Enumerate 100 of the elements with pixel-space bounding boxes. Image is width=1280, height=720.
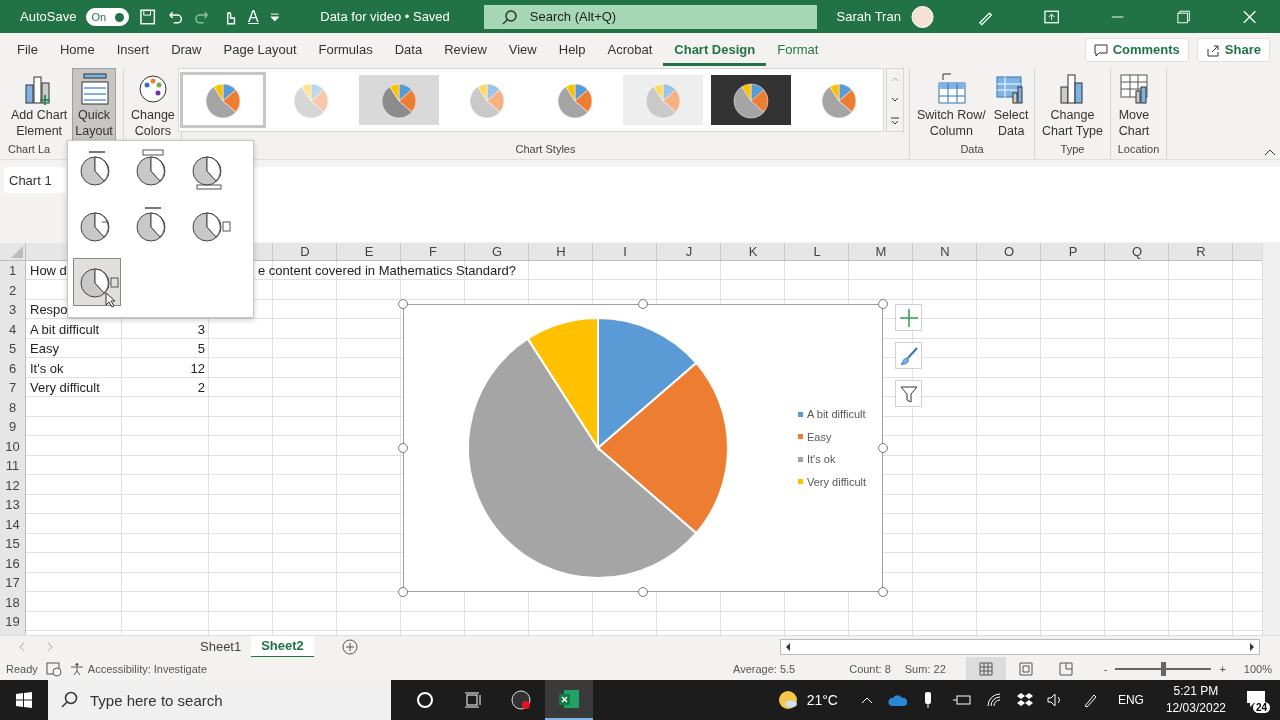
chart-styles-button[interactable] xyxy=(895,342,922,369)
resize-handle[interactable] xyxy=(398,587,408,597)
column-header[interactable]: N xyxy=(913,243,977,260)
chart-area[interactable]: A bit difficult Easy It's ok Very difficult xyxy=(403,304,883,592)
resize-handle[interactable] xyxy=(398,299,408,309)
column-header[interactable]: P xyxy=(1041,243,1105,260)
language-indicator[interactable]: ENG xyxy=(1117,693,1144,707)
row-header[interactable]: 4 xyxy=(0,319,25,339)
ribbon-tab[interactable]: Insert xyxy=(105,33,161,66)
resize-handle[interactable] xyxy=(878,443,888,453)
ribbon-tab[interactable]: Formulas xyxy=(307,33,384,66)
row-header[interactable]: 17 xyxy=(0,573,25,593)
quick-layout-button[interactable]: Quick Layout xyxy=(72,68,116,142)
view-button[interactable] xyxy=(965,657,1006,680)
vertical-scrollbar[interactable] xyxy=(1262,243,1280,635)
row-header[interactable]: 3 xyxy=(0,300,25,320)
row-header[interactable]: 2 xyxy=(0,280,25,300)
ribbon-tab[interactable]: View xyxy=(497,33,548,66)
collapse-ribbon-icon[interactable] xyxy=(1264,147,1276,157)
temperature[interactable]: 21°C xyxy=(806,692,838,708)
row-header[interactable]: 15 xyxy=(0,534,25,554)
zoom-out-button[interactable]: - xyxy=(1103,662,1108,675)
zoom-level[interactable]: 100% xyxy=(1243,662,1272,675)
row-header[interactable]: 1 xyxy=(0,261,25,281)
move-chart-button[interactable]: Move Chart xyxy=(1115,68,1153,142)
taskbar-search-field[interactable]: Type here to search xyxy=(48,680,391,720)
sheet-tab[interactable]: Sheet1 xyxy=(190,635,252,658)
chart-style-thumbnail[interactable] xyxy=(622,75,703,125)
resize-handle[interactable] xyxy=(398,443,408,453)
chart-style-thumbnail[interactable] xyxy=(358,75,439,125)
change-colors-button[interactable]: Change Colors xyxy=(128,68,178,142)
ribbon-tab[interactable]: Page Layout xyxy=(212,33,308,66)
column-header[interactable]: D xyxy=(273,243,337,260)
comments-button[interactable]: Comments xyxy=(1084,37,1189,62)
row-header[interactable]: 18 xyxy=(0,592,25,612)
column-header[interactable]: E xyxy=(337,243,401,260)
column-header[interactable]: O xyxy=(977,243,1041,260)
ribbon-tab[interactable]: Acrobat xyxy=(596,33,664,66)
row-header[interactable]: 11 xyxy=(0,456,25,476)
add-sheet-icon[interactable] xyxy=(341,638,358,655)
column-header[interactable]: K xyxy=(721,243,785,260)
row-header[interactable]: 14 xyxy=(0,514,25,534)
zoom-in-button[interactable]: + xyxy=(1219,662,1226,675)
resize-handle[interactable] xyxy=(638,587,648,597)
layout-option[interactable] xyxy=(73,258,121,306)
switch-row-column-button[interactable]: Switch Row/ Column xyxy=(914,68,989,142)
accessibility-status[interactable]: Accessibility: Investigate xyxy=(69,661,207,676)
row-header[interactable]: 13 xyxy=(0,495,25,515)
row-header[interactable]: 5 xyxy=(0,339,25,359)
customize-icon[interactable] xyxy=(268,10,281,23)
row-header[interactable]: 6 xyxy=(0,358,25,378)
dropbox-icon[interactable] xyxy=(1015,692,1034,708)
document-title[interactable]: Data for video • Saved xyxy=(320,9,450,24)
ribbon-tab[interactable]: Data xyxy=(383,33,434,66)
row-header[interactable]: 10 xyxy=(0,436,25,456)
save-icon[interactable] xyxy=(139,7,157,26)
row-header[interactable]: 19 xyxy=(0,612,25,632)
column-header[interactable]: M xyxy=(849,243,913,260)
ribbon-tab[interactable]: Review xyxy=(433,33,498,66)
column-header[interactable]: Q xyxy=(1105,243,1169,260)
font-color-button[interactable]: A xyxy=(248,7,259,26)
row-header[interactable]: 8 xyxy=(0,397,25,417)
column-header[interactable]: G xyxy=(465,243,529,260)
row-header[interactable]: 7 xyxy=(0,378,25,398)
column-header[interactable]: H xyxy=(529,243,593,260)
select-data-button[interactable]: Select Data xyxy=(990,68,1032,142)
add-chart-element-button[interactable]: Add Chart Element xyxy=(8,68,71,142)
row-header[interactable]: 16 xyxy=(0,553,25,573)
chart-style-thumbnail[interactable] xyxy=(182,75,263,125)
resize-handle[interactable] xyxy=(638,299,648,309)
change-chart-type-button[interactable]: Change Chart Type xyxy=(1039,68,1106,142)
name-box[interactable]: Chart 1 xyxy=(4,167,66,193)
sheet-tab[interactable]: Sheet2 xyxy=(251,635,314,658)
autosave-toggle[interactable]: On xyxy=(86,7,129,26)
clock[interactable]: 5:21 PM 12/03/2022 xyxy=(1165,683,1226,717)
ribbon-tab[interactable]: Format xyxy=(766,33,830,66)
chart-filters-button[interactable] xyxy=(895,380,922,407)
column-header[interactable]: I xyxy=(593,243,657,260)
chart-style-thumbnail[interactable] xyxy=(710,75,791,125)
row-header[interactable]: 9 xyxy=(0,417,25,437)
share-button[interactable]: Share xyxy=(1196,37,1270,62)
ribbon-tab[interactable]: File xyxy=(6,33,49,66)
ribbon-tab[interactable]: Home xyxy=(48,33,106,66)
row-header[interactable]: 12 xyxy=(0,475,25,495)
chart-elements-button[interactable] xyxy=(895,304,922,331)
horizontal-scrollbar[interactable] xyxy=(780,638,1260,655)
zoom-thumb[interactable] xyxy=(1161,661,1167,676)
battery-plug-icon[interactable] xyxy=(951,693,972,707)
resize-handle[interactable] xyxy=(878,299,888,309)
excel-app-button[interactable] xyxy=(545,680,593,720)
search-field[interactable]: Search (Alt+Q) xyxy=(483,4,817,29)
ribbon-tab[interactable]: Help xyxy=(547,33,597,66)
resize-handle[interactable] xyxy=(878,587,888,597)
cloud-icon[interactable] xyxy=(887,693,908,707)
column-header[interactable]: J xyxy=(657,243,721,260)
column-header[interactable]: F xyxy=(401,243,465,260)
column-header[interactable]: L xyxy=(785,243,849,260)
windows-logo-icon xyxy=(15,691,33,709)
column-header[interactable]: R xyxy=(1169,243,1233,260)
ribbon-tab[interactable]: Draw xyxy=(160,33,213,66)
